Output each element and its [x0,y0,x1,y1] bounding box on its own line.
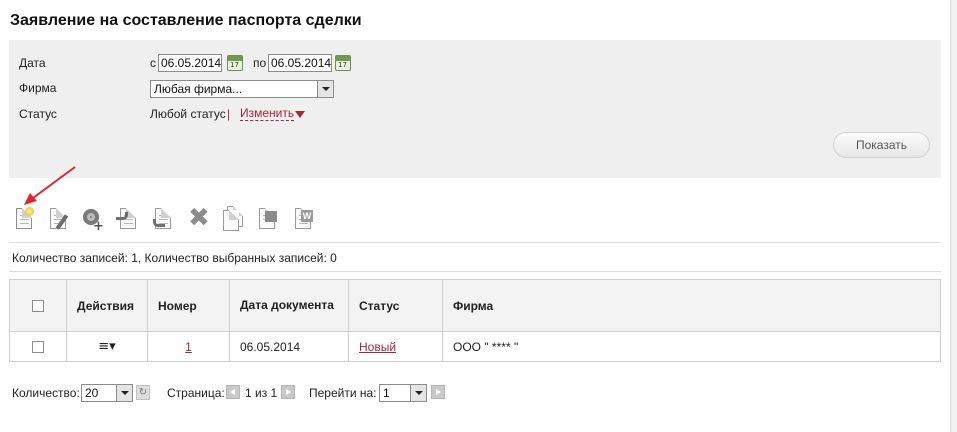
pager: Количество: 20 ↻ Страница: 1 из 1 Перейт… [12,384,942,402]
x-shape: ✖ [188,203,210,233]
chevron-down-icon[interactable] [410,385,426,401]
count-label: Количество: [12,386,80,400]
page-title: Заявление на составление паспорта сделки [10,12,362,29]
header-actions: Действия [66,279,148,332]
doc-shape [223,210,239,231]
calendar-day: 17 [230,61,239,69]
arrow-shape [116,212,128,220]
filter-panel: Дата с 06.05.2014 17 по 06.05.2014 17 Фи… [9,40,941,178]
date-label: Дата [19,56,46,70]
records-count: Количество записей: 1, Количество выбран… [12,251,337,265]
row-status-cell: Новый [348,331,443,362]
calendar-from-icon[interactable]: 17 [227,55,243,71]
calendar-day: 17 [338,61,347,69]
firm-select-value: Любая фирма... [154,82,243,96]
show-button[interactable]: Показать [833,132,930,158]
chevron-down-icon[interactable] [317,81,333,97]
header-number[interactable]: Номер [147,279,230,332]
edit-document-icon[interactable] [46,206,72,234]
prev-page-icon[interactable] [226,385,240,399]
divider [9,271,941,272]
send-document-icon[interactable] [116,206,142,234]
row-checkbox[interactable] [32,341,44,354]
new-document-icon[interactable] [12,206,38,234]
delete-icon[interactable]: ✖ [185,203,211,234]
return-document-icon[interactable] [151,206,177,234]
plus-shape: + [93,219,104,234]
status-label: Статус [19,107,57,121]
status-separator: | [227,107,231,121]
star-badge [25,207,34,216]
firm-label: Фирма [19,81,57,95]
red-arrow-icon [24,166,76,205]
header-date[interactable]: Дата документа [229,279,349,332]
date-to-input[interactable]: 06.05.2014 [268,54,332,72]
actions-menu-icon[interactable]: ≡▾ [98,339,115,354]
row-status-link[interactable]: Новый [359,340,396,354]
header-status[interactable]: Статус [348,279,443,332]
page: Заявление на составление паспорта сделки… [0,0,951,432]
row-select-cell [9,331,67,362]
change-status-link[interactable]: Изменить [240,107,295,121]
divider [9,242,941,243]
document-toolbar: + ✖ W [12,203,942,236]
date-from-input[interactable]: 06.05.2014 [158,54,222,72]
calendar-to-icon[interactable]: 17 [335,55,351,71]
refresh-icon[interactable]: ↻ [136,385,150,400]
row-actions-cell: ≡▾ [66,331,148,362]
word-badge: W [301,210,313,222]
print-icon[interactable] [255,206,281,234]
documents-table: Действия Номер Дата документа Статус Фир… [9,279,941,362]
count-select-value: 20 [85,386,99,400]
row-firm: ООО " **** " [442,331,941,362]
header-firm[interactable]: Фирма [442,279,941,332]
image-shape [265,211,277,222]
page-label: Страница: [167,386,225,400]
count-select[interactable]: 20 [81,384,133,402]
goto-go-icon[interactable] [431,385,445,399]
next-page-icon[interactable] [281,385,295,399]
table-header-row: Действия Номер Дата документа Статус Фир… [9,279,941,332]
goto-select-value: 1 [383,386,390,400]
goto-label: Перейти на: [309,386,377,400]
table-row: ≡▾ 1 06.05.2014 Новый ООО " **** " [9,331,941,362]
row-number-link[interactable]: 1 [185,340,192,354]
date-to-prefix: по [253,56,267,70]
status-value: Любой статус [150,107,226,121]
date-from-prefix: с [150,56,156,70]
dropdown-triangle-icon[interactable] [295,111,305,118]
copy-document-icon[interactable] [220,206,246,234]
page-info: 1 из 1 [245,386,278,400]
header-select-all [9,279,67,332]
row-date: 06.05.2014 [229,331,349,362]
arrow-shape [153,219,165,227]
goto-select[interactable]: 1 [379,384,427,402]
chevron-down-icon[interactable] [116,385,132,401]
export-word-icon[interactable]: W [291,206,317,234]
select-all-checkbox[interactable] [32,300,44,313]
add-signature-icon[interactable]: + [80,206,106,234]
firm-select[interactable]: Любая фирма... [150,80,334,98]
row-number-cell: 1 [147,331,230,362]
